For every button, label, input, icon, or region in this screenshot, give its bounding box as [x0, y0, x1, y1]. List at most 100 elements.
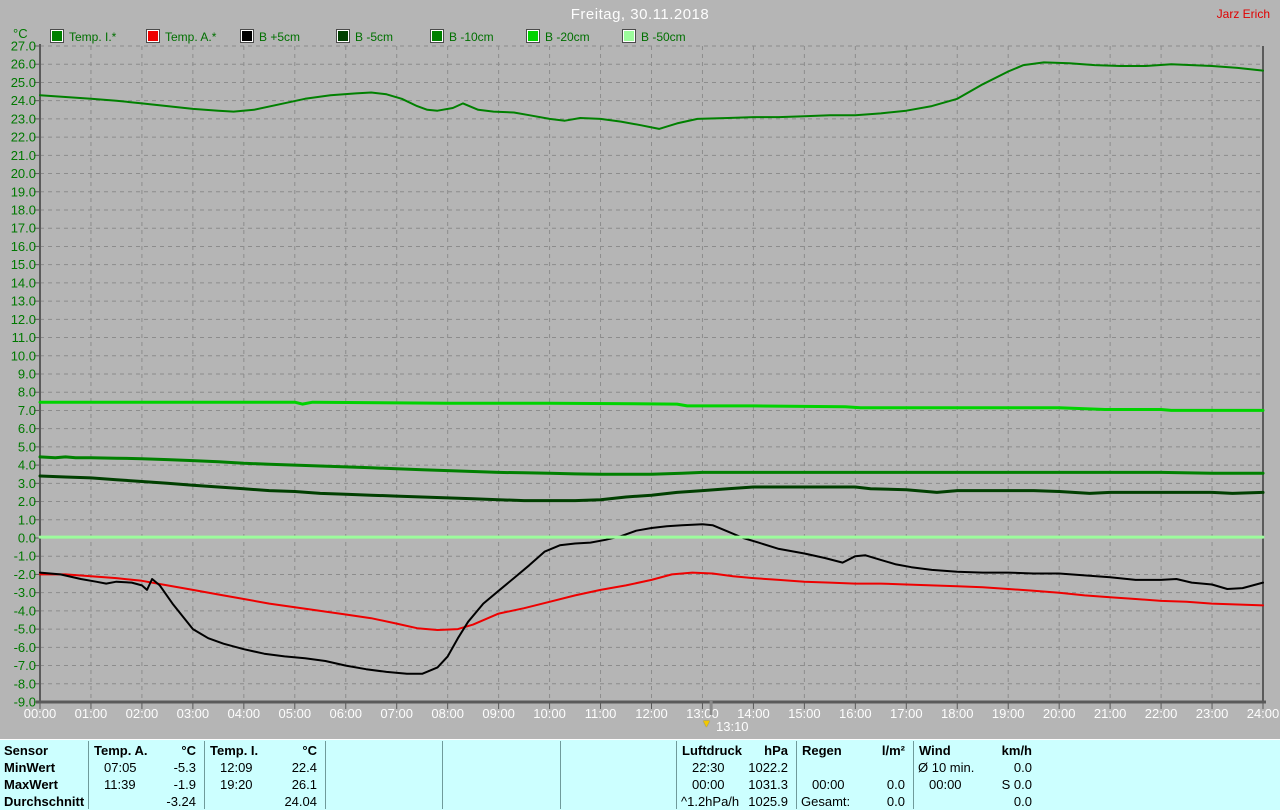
- y-tick-label: 22.0: [11, 130, 36, 145]
- y-tick-label: 12.0: [11, 312, 36, 327]
- x-tick-label: 16:00: [839, 706, 872, 721]
- x-tick-label: 09:00: [482, 706, 515, 721]
- x-tick-label: 00:00: [24, 706, 57, 721]
- y-tick-label: 0.0: [18, 531, 36, 546]
- table-value-cell: 11:39: [104, 777, 136, 792]
- table-header-cell: l/m²: [881, 743, 905, 758]
- x-tick-label: 22:00: [1145, 706, 1178, 721]
- x-tick-label: 17:00: [890, 706, 923, 721]
- weather-app-screen: { "header": { "title": "Freitag, 30.11.2…: [0, 0, 1280, 810]
- y-tick-label: 18.0: [11, 203, 36, 218]
- x-tick-label: 20:00: [1043, 706, 1076, 721]
- table-value-cell: 22:30: [692, 760, 725, 775]
- y-tick-label: -4.0: [14, 603, 36, 618]
- temperature-chart[interactable]: 27.0 26.0 25.0 24.0 23.0 22.0 21.0 20.0 19.0 18.0…: [0, 0, 1280, 740]
- y-tick-label: 11.0: [12, 330, 36, 345]
- y-tick-label: 6.0: [18, 421, 36, 436]
- table-value-cell: 19:20: [220, 777, 253, 792]
- table-value-cell: 26.1: [291, 777, 317, 792]
- table-value-cell: 12:09: [220, 760, 253, 775]
- table-value-cell: 00:00: [812, 777, 845, 792]
- y-tick-label: 13.0: [11, 294, 36, 309]
- table-header-cell: Luftdruck: [682, 743, 742, 758]
- table-value-cell: S 0.0: [1001, 777, 1032, 792]
- y-tick-label: -3.0: [14, 585, 36, 600]
- y-tick-label: 23.0: [11, 111, 36, 126]
- x-tick-label: 03:00: [177, 706, 210, 721]
- table-divider: [204, 741, 205, 809]
- table-value-cell: 24.04: [284, 794, 317, 809]
- y-tick-label: 20.0: [11, 166, 36, 181]
- table-value-cell: 1022.2: [748, 760, 788, 775]
- table-header-cell: °C: [181, 743, 196, 758]
- table-value-cell: ^1.2hPa/h: [681, 794, 740, 809]
- y-tick-label: -8.0: [14, 676, 36, 691]
- y-tick-label: 19.0: [11, 184, 36, 199]
- y-tick-label: -7.0: [14, 658, 36, 673]
- x-tick-label: 23:00: [1196, 706, 1229, 721]
- table-value-cell: 07:05: [104, 760, 137, 775]
- time-marker-label: 13:10: [716, 719, 749, 734]
- y-tick-label: 17.0: [11, 221, 36, 236]
- y-tick-label: 7.0: [18, 403, 36, 418]
- table-value-cell: -1.9: [173, 777, 196, 792]
- table-header-cell: hPa: [764, 743, 788, 758]
- y-tick-label: -2.0: [14, 567, 36, 582]
- table-header-cell: Durchschnitt: [4, 794, 85, 809]
- table-divider: [442, 741, 443, 809]
- y-tick-label: -6.0: [14, 640, 36, 655]
- table-value-cell: 1031.3: [748, 777, 788, 792]
- y-tick-label: 16.0: [11, 239, 36, 254]
- y-tick-label: -5.0: [14, 622, 36, 637]
- table-divider: [88, 741, 89, 809]
- table-divider: [676, 741, 677, 809]
- table-value-cell: 00:00: [692, 777, 725, 792]
- table-value-cell: 0.0: [1013, 794, 1032, 809]
- x-tick-label: 08:00: [431, 706, 464, 721]
- x-tick-label: 15:00: [788, 706, 821, 721]
- y-tick-label: -1.0: [14, 549, 36, 564]
- table-value-cell: 0.0: [886, 794, 905, 809]
- table-header-cell: Sensor: [4, 743, 49, 758]
- x-tick-label: 01:00: [75, 706, 108, 721]
- y-tick-label: 8.0: [18, 385, 36, 400]
- x-tick-label: 06:00: [329, 706, 362, 721]
- table-value-cell: -5.3: [173, 760, 196, 775]
- y-tick-label: 1.0: [18, 512, 36, 527]
- x-tick-label: 24:00: [1247, 706, 1280, 721]
- x-tick-label: 19:00: [992, 706, 1025, 721]
- table-header-cell: Temp. I.: [210, 743, 259, 758]
- table-header-cell: km/h: [1001, 743, 1032, 758]
- table-value-cell: 00:00: [929, 777, 962, 792]
- table-header-cell: Temp. A.: [94, 743, 148, 758]
- summary-table: Sensor MinWert MaxWert Durchschnitt Temp. A.…: [0, 739, 1280, 810]
- table-header-cell: MinWert: [4, 760, 56, 775]
- y-tick-label: 24.0: [11, 93, 36, 108]
- table-divider: [560, 741, 561, 809]
- table-value-cell: -3.24: [166, 794, 196, 809]
- table-value-cell: Ø 10 min.: [918, 760, 975, 775]
- y-tick-label: 9.0: [18, 367, 36, 382]
- x-tick-label: 10:00: [533, 706, 566, 721]
- y-tick-label: 10.0: [11, 348, 36, 363]
- table-header-cell: °C: [302, 743, 317, 758]
- x-tick-label: 11:00: [585, 706, 617, 721]
- y-tick-label: 21.0: [11, 148, 36, 163]
- table-value-cell: 1025.9: [748, 794, 788, 809]
- y-tick-label: 5.0: [18, 439, 36, 454]
- table-divider: [325, 741, 326, 809]
- x-tick-label: 04:00: [228, 706, 261, 721]
- y-tick-label: 15.0: [11, 257, 36, 272]
- table-divider: [796, 741, 797, 809]
- x-tick-label: 07:00: [380, 706, 413, 721]
- table-value-cell: 0.0: [1013, 760, 1032, 775]
- y-tick-label: 25.0: [11, 75, 36, 90]
- table-divider: [913, 741, 914, 809]
- y-tick-label: 4.0: [18, 458, 36, 473]
- y-tick-label: 14.0: [11, 275, 36, 290]
- table-header-cell: Wind: [919, 743, 951, 758]
- y-tick-label: 27.0: [11, 39, 36, 54]
- x-tick-label: 18:00: [941, 706, 974, 721]
- y-tick-label: 26.0: [11, 57, 36, 72]
- table-value-cell: Gesamt:: [801, 794, 851, 809]
